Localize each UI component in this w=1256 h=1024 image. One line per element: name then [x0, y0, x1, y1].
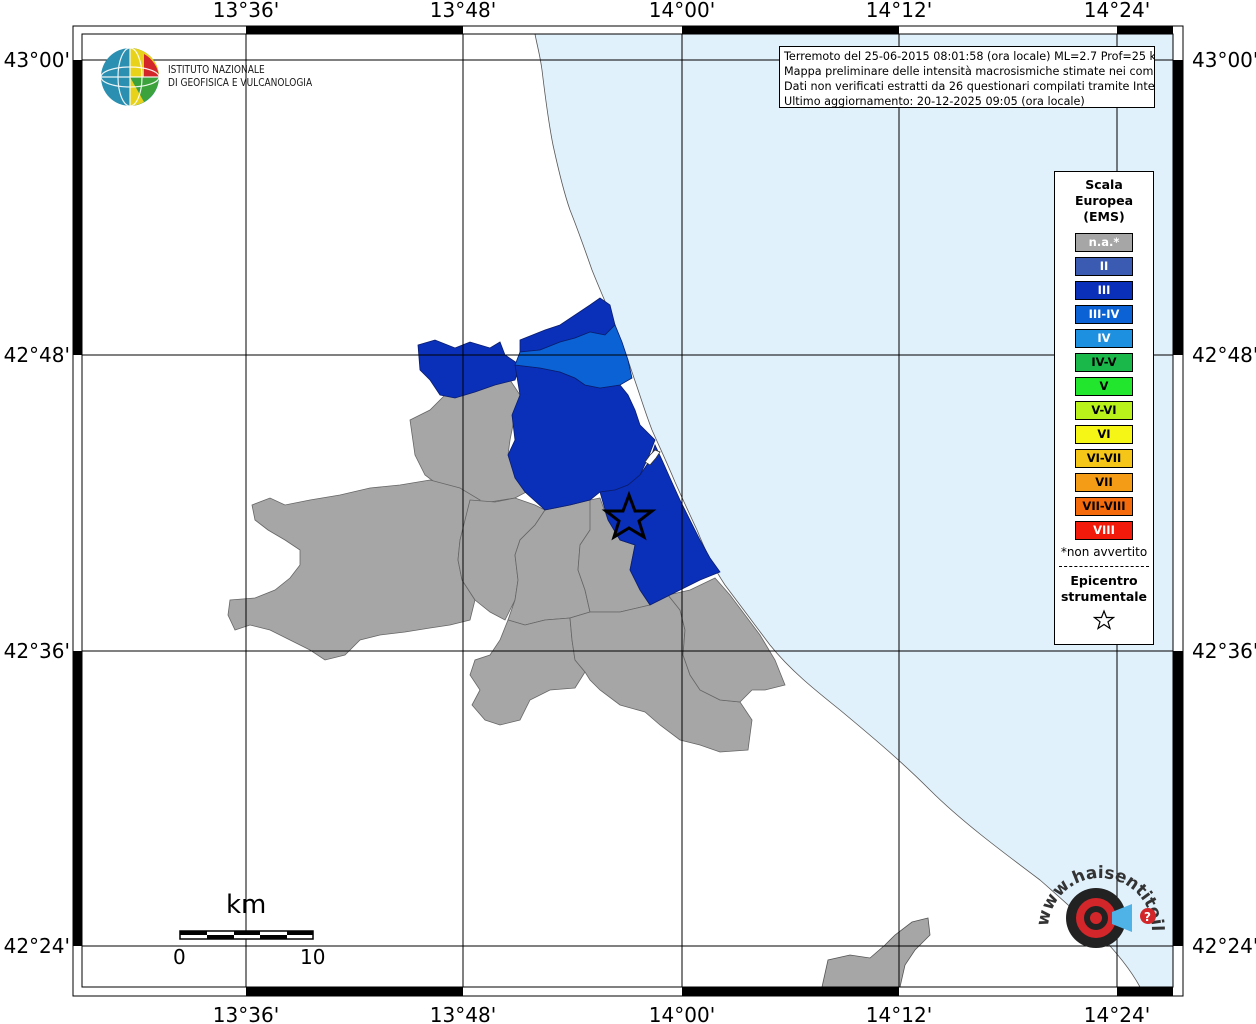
lon-label: 13°36' — [213, 1003, 279, 1024]
lat-label: 43°00' — [1192, 48, 1256, 72]
logo-line-2: DI GEOFISICA E VULCANOLOGIA — [168, 76, 313, 89]
legend-title-line: Europea — [1074, 193, 1134, 208]
lat-label: 42°24' — [1192, 934, 1256, 958]
legend-item: II — [1075, 257, 1133, 276]
legend-item: n.a.* — [1075, 233, 1133, 252]
ingv-logo — [100, 46, 162, 112]
lon-label: 14°24' — [1084, 1003, 1150, 1024]
star-icon — [1055, 609, 1153, 635]
legend-item: VII-VIII — [1075, 497, 1133, 516]
lon-label: 14°12' — [866, 1003, 932, 1024]
svg-text:?: ? — [1144, 910, 1151, 924]
legend-item: VIII — [1075, 521, 1133, 540]
lat-label: 42°36' — [4, 639, 70, 663]
scale-unit: km — [226, 890, 267, 920]
legend-divider — [1059, 566, 1149, 567]
legend-item: VI — [1075, 425, 1133, 444]
ems-legend: Scala Europea (EMS) n.a.* II III III-IV IV IV… — [1054, 171, 1154, 645]
legend-title-line: (EMS) — [1083, 209, 1125, 224]
legend-note: *non avvertito — [1060, 545, 1148, 559]
scale-bar — [179, 930, 314, 940]
event-info-line: Mappa preliminare delle intensità macros… — [784, 65, 1155, 78]
lat-label: 42°48' — [1192, 343, 1256, 367]
legend-item: VI-VII — [1075, 449, 1133, 468]
legend-epicenter-label: Epicentro strumentale — [1055, 573, 1153, 605]
legend-title-line: Scala — [1085, 177, 1123, 192]
lon-label: 13°36' — [213, 0, 279, 22]
legend-items: n.a.* II III III-IV IV IV-V V V-VI VI VI-VII VII VI… — [1055, 233, 1153, 540]
lon-label: 13°48' — [430, 0, 496, 22]
legend-title: Scala Europea (EMS) — [1055, 177, 1153, 225]
haisentito-logo: www.haisentitoilterremoto.it ? — [1021, 845, 1170, 984]
lat-label: 42°36' — [1192, 639, 1256, 663]
event-info-line: Terremoto del 25-06-2015 08:01:58 (ora l… — [784, 50, 1155, 63]
legend-item: IV-V — [1075, 353, 1133, 372]
event-info-box: Terremoto del 25-06-2015 08:01:58 (ora l… — [779, 46, 1155, 108]
legend-epicenter-line: Epicentro — [1070, 573, 1138, 588]
scale-min-label: 0 — [173, 945, 186, 969]
legend-item: VII — [1075, 473, 1133, 492]
legend-item: IV — [1075, 329, 1133, 348]
legend-item: III — [1075, 281, 1133, 300]
lon-label: 14°00' — [649, 0, 715, 22]
ingv-logo-text: ISTITUTO NAZIONALE DI GEOFISICA E VULCAN… — [168, 63, 312, 89]
legend-epicenter-line: strumentale — [1060, 589, 1148, 604]
lon-label: 13°48' — [430, 1003, 496, 1024]
legend-item: V-VI — [1075, 401, 1133, 420]
lat-label: 43°00' — [4, 48, 70, 72]
event-info-line: Ultimo aggiornamento: 20-12-2025 09:05 (… — [784, 95, 1085, 108]
lat-label: 42°48' — [4, 343, 70, 367]
lat-label: 42°24' — [4, 934, 70, 958]
lon-label: 14°12' — [866, 0, 932, 22]
scale-max-label: 10 — [300, 945, 326, 969]
legend-item: III-IV — [1075, 305, 1133, 324]
lon-label: 14°00' — [649, 1003, 715, 1024]
event-info-line: Dati non verificati estratti da 26 quest… — [784, 80, 1155, 93]
lon-label: 14°24' — [1084, 0, 1150, 22]
legend-item: V — [1075, 377, 1133, 396]
globe-logo-icon — [100, 47, 160, 107]
logo-line-1: ISTITUTO NAZIONALE — [168, 63, 265, 76]
ear-target-icon: www.haisentitoilterremoto.it ? — [1021, 845, 1167, 948]
